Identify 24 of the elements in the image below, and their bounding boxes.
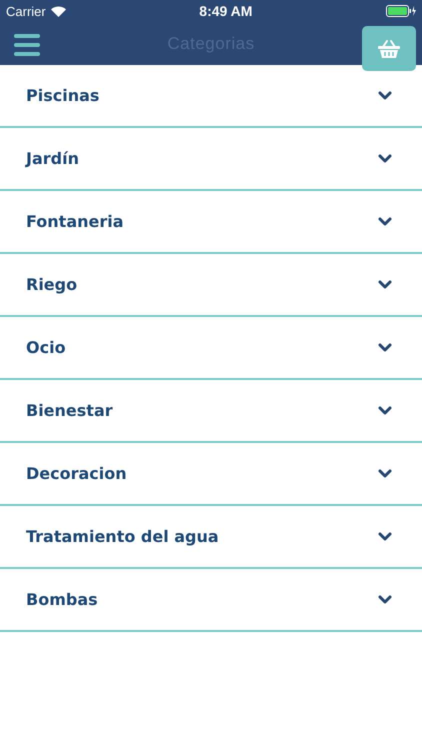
category-row[interactable]: Ocio bbox=[0, 317, 422, 380]
chevron-icon bbox=[378, 406, 392, 416]
category-row[interactable]: Bombas bbox=[0, 569, 422, 632]
chevron-icon bbox=[378, 280, 392, 290]
carrier-name: Carrier bbox=[6, 4, 46, 18]
category-row[interactable]: Bienestar bbox=[0, 380, 422, 443]
category-row[interactable]: Decoracion bbox=[0, 443, 422, 506]
chevron-icon bbox=[378, 154, 392, 164]
menu-button[interactable] bbox=[14, 34, 40, 56]
battery-icon bbox=[386, 5, 416, 17]
chevron-icon bbox=[378, 594, 392, 604]
category-row[interactable]: Tratamiento del agua bbox=[0, 506, 422, 569]
category-row[interactable]: Riego bbox=[0, 254, 422, 317]
clock-time: 8:49 AM bbox=[199, 3, 252, 19]
wifi-icon bbox=[50, 6, 66, 16]
basket-icon bbox=[378, 38, 400, 58]
chevron-icon bbox=[378, 90, 392, 100]
chevron-icon bbox=[378, 342, 392, 352]
chevron-icon bbox=[378, 216, 392, 226]
chevron-icon bbox=[378, 468, 392, 478]
chevron-icon bbox=[378, 532, 392, 542]
category-row[interactable]: Fontaneria bbox=[0, 191, 422, 254]
category-row[interactable]: Piscinas bbox=[0, 65, 422, 128]
category-row[interactable]: Jardín bbox=[0, 128, 422, 191]
